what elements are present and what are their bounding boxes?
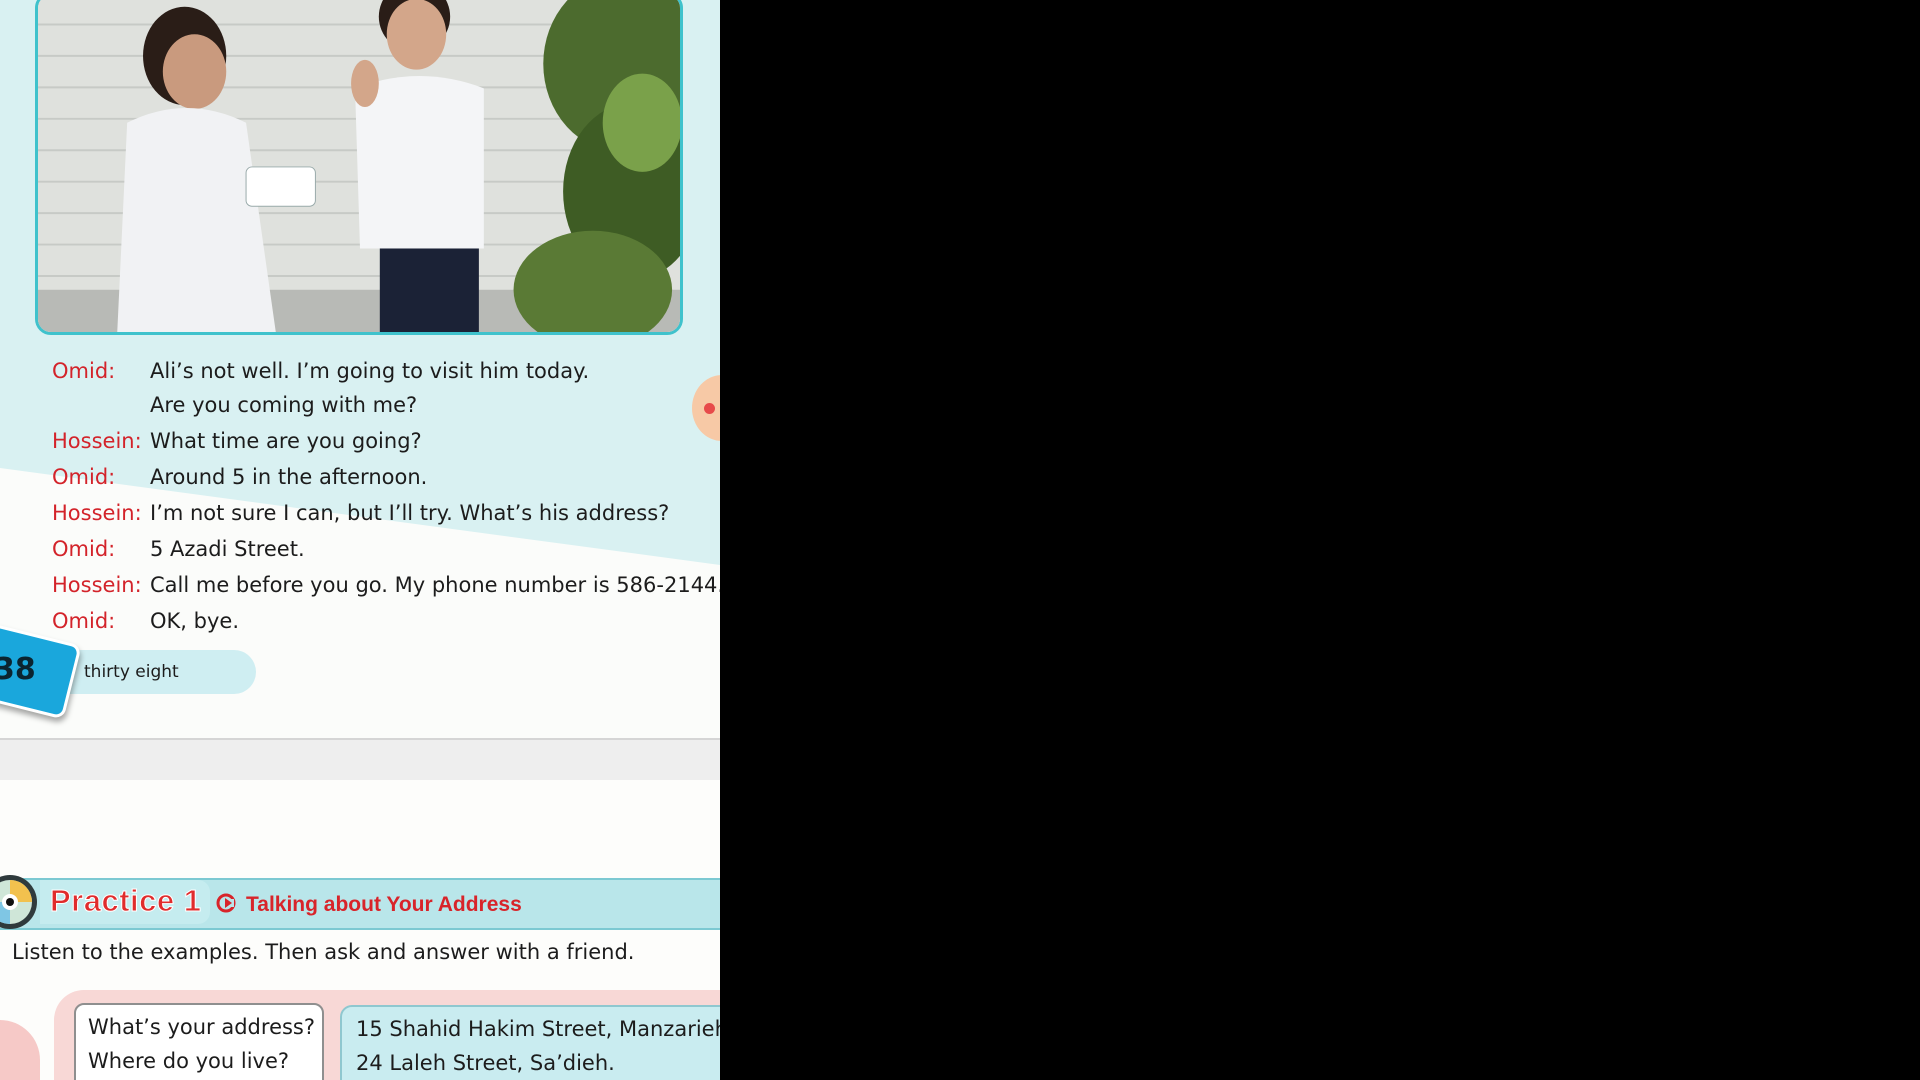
question-text: Where do you live?	[88, 1049, 290, 1073]
arrow-circle-icon	[216, 893, 236, 913]
cd-icon[interactable]	[0, 874, 38, 930]
page-number: 38	[0, 652, 36, 687]
speaker-name: Omid:	[52, 359, 116, 383]
dialogue-text: 5 Azadi Street.	[150, 537, 305, 561]
textbook-next-page: Practice 1 Talking about Your Address Li…	[0, 780, 720, 1080]
answer-text: 24 Laleh Street, Sa’dieh.	[356, 1051, 615, 1075]
answer-text: 15 Shahid Hakim Street, Manzarieh	[356, 1017, 720, 1041]
dialogue-text: Ali’s not well. I’m going to visit him t…	[150, 359, 590, 383]
speaker-name: Omid:	[52, 465, 116, 489]
video-frame: Omid: Ali’s not well. I’m going to visit…	[0, 0, 1920, 1080]
textbook-page-view: Omid: Ali’s not well. I’m going to visit…	[0, 0, 720, 1080]
dialogue-text: Are you coming with me?	[150, 393, 418, 417]
practice-title: Practice 1	[50, 883, 202, 919]
practice-subtitle: Talking about Your Address	[246, 893, 522, 916]
page-separator	[0, 738, 720, 783]
dialogue-text: Call me before you go. My phone number i…	[150, 573, 720, 597]
page-number-words: thirty eight	[84, 662, 179, 682]
dialogue-text: OK, bye.	[150, 609, 240, 633]
question-box: What’s your address? Where do you live?	[74, 1003, 324, 1080]
speaker-name: Omid:	[52, 537, 116, 561]
speaker-name: Hossein:	[52, 573, 142, 597]
practice-instructions: Listen to the examples. Then ask and ans…	[12, 940, 635, 964]
dialogue-text: What time are you going?	[150, 429, 422, 453]
speaker-name: Hossein:	[52, 501, 142, 525]
answer-box: 15 Shahid Hakim Street, Manzarieh 24 Lal…	[340, 1005, 720, 1080]
speaker-name: Hossein:	[52, 429, 142, 453]
textbook-page-38: Omid: Ali’s not well. I’m going to visit…	[0, 0, 720, 740]
speaker-name: Omid:	[52, 609, 116, 633]
dialogue-text: I’m not sure I can, but I’ll try. What’s…	[150, 501, 670, 525]
dialogue-text: Around 5 in the afternoon.	[150, 465, 428, 489]
photo-two-boys-talking	[38, 0, 680, 332]
decoration-shape	[0, 1020, 40, 1080]
question-text: What’s your address?	[88, 1015, 316, 1039]
dialogue-photo	[35, 0, 683, 335]
